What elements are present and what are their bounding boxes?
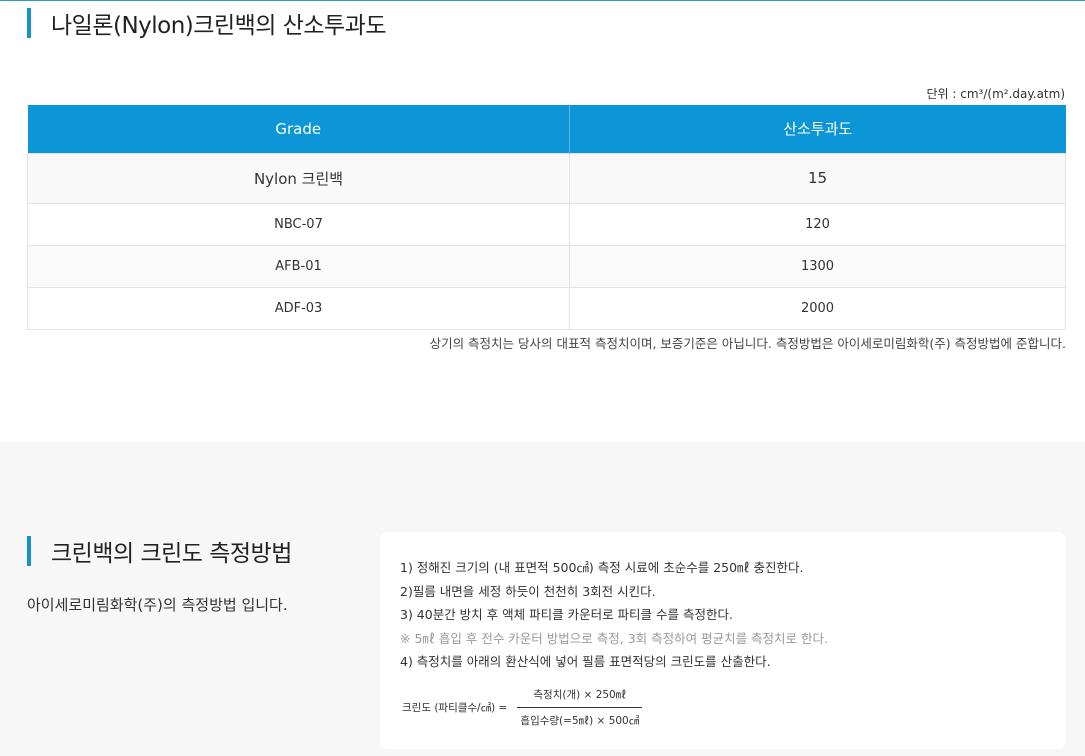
section-title: 나일론(Nylon)크린백의 산소투과도 [51,13,387,39]
value-cell: 2000 [569,286,1066,330]
step-item: 3) 40분간 방치 후 액체 파티클 카운터로 파티클 수를 측정한다. [400,607,733,622]
table-header-row: Grade 산소투과도 [27,105,1066,153]
table-row: ADF-03 2000 [27,286,1066,330]
value-cell: 15 [569,152,1066,204]
grade-cell: Nylon 크린백 [27,152,570,204]
title-accent-bar [27,8,31,38]
cleanliness-formula: 크린도 (파티클수/㎠) = 측정치(개) × 250㎖ 흡입수량(=5㎖) ×… [402,687,643,728]
formula-fraction: 측정치(개) × 250㎖ 흡입수량(=5㎖) × 500㎠ [517,687,643,728]
column-header-grade: Grade [27,105,570,153]
step-item: 2)필름 내면을 세정 하듯이 천천히 3회전 시킨다. [400,583,656,599]
grade-cell: ADF-03 [27,286,570,330]
measurement-note: 상기의 측정치는 당사의 대표적 측정치이며, 보증기준은 아닙니다. 측정방법… [429,336,1066,351]
section-header-cleanliness: 크린백의 크린도 측정방법 [27,534,292,568]
formula-denominator: 흡입수량(=5㎖) × 500㎠ [520,715,640,727]
method-description: 아이세로미림화학(주)의 측정방법 입니다. [27,596,288,614]
section-header-permeability: 나일론(Nylon)크린백의 산소투과도 [27,6,387,40]
title-accent-bar [27,536,31,566]
method-card: 1) 정해진 크기의 (내 표면적 500㎠) 측정 시료에 초순수를 250㎖… [380,532,1066,749]
section-title: 크린백의 크린도 측정방법 [51,541,292,567]
value-cell: 1300 [569,244,1066,288]
table-row: NBC-07 120 [27,202,1066,246]
table-row: Nylon 크린백 15 [27,152,1066,204]
method-steps: 1) 정해진 크기의 (내 표면적 500㎠) 측정 시료에 초순수를 250㎖… [400,556,828,674]
unit-label: 단위 : cm³/(m².day.atm) [926,87,1066,101]
formula-lhs: 크린도 (파티클수/㎠) = [402,702,508,714]
column-header-permeability: 산소투과도 [569,105,1066,153]
table-row: AFB-01 1300 [27,244,1066,288]
step-item: 1) 정해진 크기의 (내 표면적 500㎠) 측정 시료에 초순수를 250㎖… [400,560,804,575]
top-divider [0,0,1085,1]
step-note: ※ 5㎖ 흡입 후 전수 카운터 방법으로 측정, 3회 측정하여 평균치를 측… [400,630,829,646]
grade-cell: AFB-01 [27,244,570,288]
permeability-table: Grade 산소투과도 Nylon 크린백 15 NBC-07 120 AFB-… [27,105,1066,330]
step-item: 4) 측정치를 아래의 환산식에 넣어 필름 표면적당의 크린도를 산출한다. [400,654,771,669]
value-cell: 120 [569,202,1066,246]
formula-numerator: 측정치(개) × 250㎖ [533,689,627,701]
grade-cell: NBC-07 [27,202,570,246]
